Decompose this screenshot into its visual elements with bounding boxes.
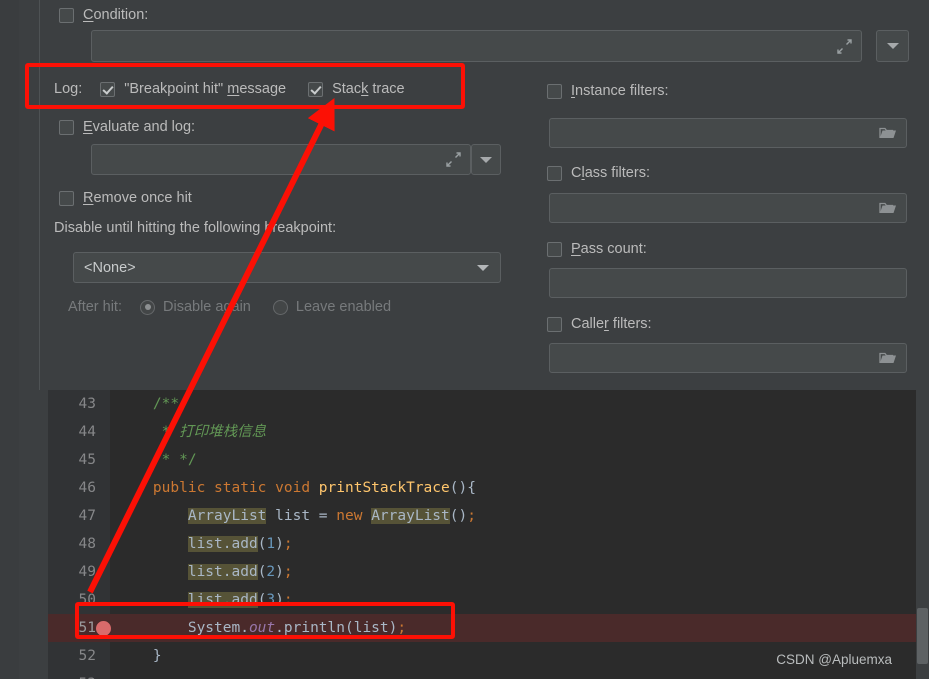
disable-again-label: Disable again [163,299,251,315]
line-number: 49 [78,564,96,580]
after-hit-row: After hit: Disable again Leave enabled [68,296,391,318]
line-number: 45 [78,452,96,468]
disable-until-label: Disable until hitting the following brea… [54,220,337,236]
condition-input-text[interactable] [92,31,827,61]
line-number: 50 [78,592,96,608]
class-filters-checkbox[interactable] [547,165,562,181]
log-label: Log: [54,81,83,97]
line-content[interactable]: public static void printStackTrace(){ [118,474,476,502]
line-content[interactable]: * 打印堆栈信息 [118,418,266,446]
pass-count-checkbox[interactable] [547,241,562,257]
line-number: 51 [78,620,96,636]
expand-arrows-icon[interactable] [436,145,470,174]
chevron-down-icon [886,43,899,49]
code-line[interactable]: 43 /** [48,390,929,418]
line-content[interactable]: System.out.println(list); [118,614,406,642]
code-line[interactable]: 50 list.add(3); [48,586,929,614]
disable-until-selected-value: <None> [84,259,136,276]
remove-once-hit-checkbox[interactable] [59,190,74,206]
code-editor[interactable]: 43 /** 44 * 打印堆栈信息 45 * */ 46 public sta… [48,390,929,679]
pass-count-label: Pass count: [571,241,647,257]
evaluate-and-log-dropdown-button[interactable] [471,144,501,175]
pass-count-row[interactable]: Pass count: [547,238,647,260]
class-filters-input-text[interactable] [550,194,906,222]
caller-filters-input[interactable] [549,343,907,373]
breakpoint-settings-screen: Condition: Log: "Breakpoint hit" message [0,0,929,679]
window-left-strip [0,0,19,679]
line-number: 47 [78,508,96,524]
remove-once-hit-label: Remove once hit [83,190,192,206]
instance-filters-row[interactable]: Instance filters: [547,80,669,102]
condition-checkbox[interactable] [59,7,74,23]
folder-icon[interactable] [879,126,897,140]
caller-filters-checkbox[interactable] [547,316,562,332]
line-content[interactable]: } [118,642,162,670]
caller-filters-label: Caller filters: [571,316,652,332]
evaluate-and-log-input[interactable] [91,144,471,175]
code-line-breakpoint[interactable]: 51 System.out.println(list); [48,614,929,642]
code-line[interactable]: 46 public static void printStackTrace(){ [48,474,929,502]
chevron-down-icon [480,156,492,163]
leave-enabled-label: Leave enabled [295,299,392,315]
disable-until-select[interactable]: <None> [73,252,501,283]
evaluate-and-log-row[interactable]: Evaluate and log: [59,114,195,140]
disable-until-row: Disable until hitting the following brea… [54,217,336,239]
expand-arrows-icon[interactable] [827,31,861,61]
class-filters-row[interactable]: Class filters: [547,162,650,184]
instance-filters-input[interactable] [549,118,907,148]
disable-again-radio[interactable] [140,299,155,315]
code-line[interactable]: 45 * */ [48,446,929,474]
caller-filters-input-text[interactable] [550,344,906,372]
remove-once-hit-row[interactable]: Remove once hit [59,186,192,210]
evaluate-and-log-checkbox[interactable] [59,119,74,135]
breakpoint-properties-dialog: Condition: Log: "Breakpoint hit" message [40,0,929,390]
line-number: 52 [78,648,96,664]
class-filters-input[interactable] [549,193,907,223]
code-line[interactable]: 47 ArrayList list = new ArrayList(); [48,502,929,530]
condition-label: Condition: [83,7,149,23]
code-line[interactable]: 48 list.add(1); [48,530,929,558]
line-content[interactable]: /** [118,390,179,418]
line-number: 46 [78,480,96,496]
line-number: 48 [78,536,96,552]
condition-dropdown-button[interactable] [876,30,909,62]
line-number: 44 [78,424,96,440]
breakpoint-hit-message-label: "Breakpoint hit" message [124,81,287,97]
stack-trace-checkbox[interactable] [308,81,324,97]
condition-row[interactable]: Condition: [59,0,148,30]
class-filters-label: Class filters: [571,165,650,181]
editor-scrollbar-thumb[interactable] [917,608,928,664]
folder-icon[interactable] [879,351,897,365]
line-content[interactable]: list.add(1); [118,530,293,558]
instance-filters-checkbox[interactable] [547,83,562,99]
code-line[interactable]: 49 list.add(2); [48,558,929,586]
evaluate-and-log-label: Evaluate and log: [83,119,196,135]
line-content[interactable]: ArrayList list = new ArrayList(); [118,502,476,530]
after-hit-label: After hit: [68,299,122,315]
code-line[interactable]: 53 [48,670,929,679]
instance-filters-label: Instance filters: [571,83,669,99]
pass-count-input-text[interactable] [550,269,906,297]
breakpoint-icon[interactable] [96,621,111,636]
log-row: Log: "Breakpoint hit" message Stack trac… [54,78,405,100]
line-number: 43 [78,396,96,412]
breakpoint-hit-message-checkbox[interactable] [100,81,116,97]
condition-input[interactable] [91,30,862,62]
pass-count-input[interactable] [549,268,907,298]
line-content[interactable]: * */ [118,446,197,474]
evaluate-and-log-input-text[interactable] [92,145,436,174]
stack-trace-label: Stack trace [332,81,405,97]
line-number: 53 [48,670,96,679]
editor-scrollbar-track[interactable] [916,390,929,679]
caller-filters-row[interactable]: Caller filters: [547,313,652,335]
folder-icon[interactable] [879,201,897,215]
code-line[interactable]: 44 * 打印堆栈信息 [48,418,929,446]
line-content[interactable]: list.add(3); [118,586,293,614]
watermark: CSDN @Apluemxa [776,652,892,667]
instance-filters-input-text[interactable] [550,119,906,147]
leave-enabled-radio[interactable] [272,299,288,315]
line-content[interactable]: list.add(2); [118,558,293,586]
chevron-down-icon [477,264,489,271]
code-lines: 43 /** 44 * 打印堆栈信息 45 * */ 46 public sta… [48,390,929,679]
